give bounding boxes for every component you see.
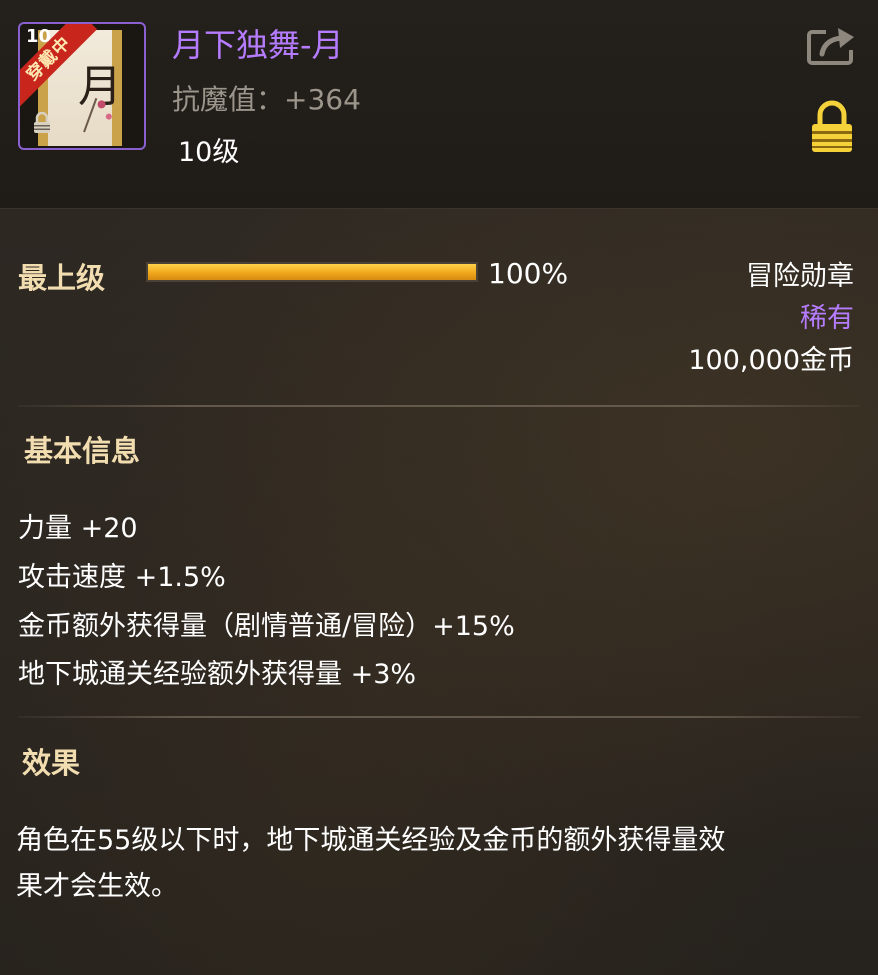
stat-line: 攻击速度 +1.5% xyxy=(18,562,226,593)
effect-text-line: 果才会生效。 xyxy=(16,871,178,902)
small-lock-icon xyxy=(34,112,50,133)
mastery-progress-value: 100% xyxy=(488,257,569,290)
badge-type: 冒险勋章 xyxy=(746,261,854,292)
item-header: 月 穿戴中 10 月下独舞-月 抗魔值：+364 10级 xyxy=(0,0,878,209)
effect-title: 效果 xyxy=(22,746,81,780)
effect-description: 角色在55级以下时，地下城通关经验及金币的额外获得量效 果才会生效。 xyxy=(16,818,836,910)
share-export-icon[interactable] xyxy=(806,24,858,66)
divider xyxy=(18,405,860,407)
item-tooltip-panel: 月 穿戴中 10 月下独舞-月 抗魔值：+364 10级 最上级 100% 冒险… xyxy=(0,0,878,975)
item-name: 月下独舞-月 xyxy=(172,26,344,64)
padlock-icon[interactable] xyxy=(810,100,854,154)
mastery-progress-bar xyxy=(146,262,478,282)
stat-line: 力量 +20 xyxy=(18,513,138,544)
mastery-progress-fill xyxy=(148,264,476,280)
badge-rarity: 稀有 xyxy=(800,303,854,334)
badge-price: 100,000金币 xyxy=(688,345,854,376)
item-magic-resist: 抗魔值：+364 xyxy=(172,83,361,116)
basic-info-title: 基本信息 xyxy=(24,434,141,468)
divider xyxy=(18,716,860,718)
item-level: 10级 xyxy=(178,137,240,168)
effect-text-line: 角色在55级以下时，地下城通关经验及金币的额外获得量效 xyxy=(16,825,726,856)
stat-line: 地下城通关经验额外获得量 +3% xyxy=(18,659,417,690)
icon-level-corner: 10 xyxy=(26,26,52,47)
stat-line: 金币额外获得量（剧情普通/冒险）+15% xyxy=(18,611,515,642)
mastery-label: 最上级 xyxy=(18,261,106,295)
item-icon: 月 穿戴中 10 xyxy=(18,22,146,150)
